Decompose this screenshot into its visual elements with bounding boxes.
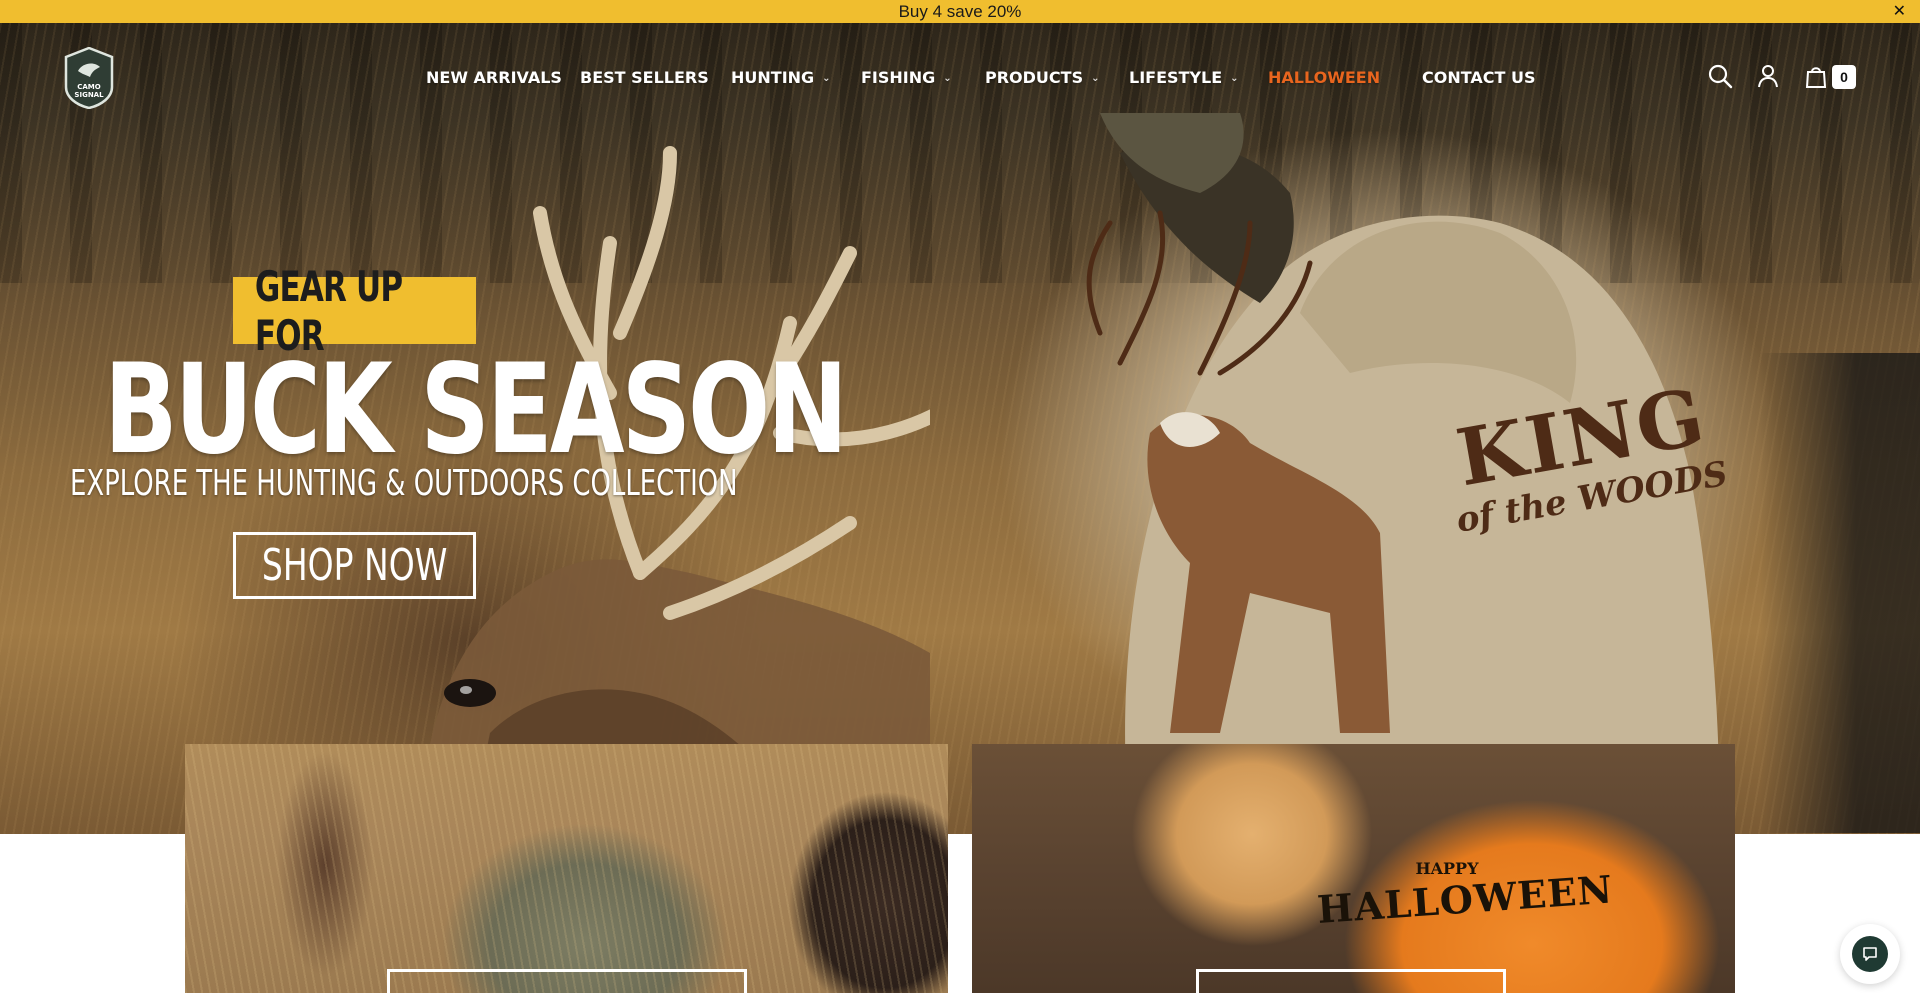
chat-icon (1852, 936, 1888, 972)
chevron-down-icon: ⌄ (1230, 73, 1239, 84)
halloween-print: HAPPY HALLOWEEN (1315, 859, 1615, 933)
nav-item-fishing[interactable]: FISHING ⌄ (861, 68, 952, 87)
nav-item-lifestyle[interactable]: LIFESTYLE ⌄ (1129, 68, 1239, 87)
feature-card-hunting[interactable] (185, 744, 948, 993)
search-icon[interactable] (1707, 63, 1733, 89)
hero-headline: BUCK SEASON (104, 338, 848, 482)
chevron-down-icon: ⌄ (822, 73, 831, 84)
nav-item-best-sellers[interactable]: BEST SELLERS (580, 68, 709, 87)
hero-banner[interactable]: KING of the WOODS GEAR UP FOR BUCK SEASO… (0, 23, 1920, 834)
chevron-down-icon: ⌄ (1091, 73, 1100, 84)
chat-button[interactable] (1840, 924, 1900, 984)
hero-subheadline: EXPLORE THE HUNTING & OUTDOORS COLLECTIO… (70, 463, 738, 504)
chevron-down-icon: ⌄ (943, 73, 952, 84)
hero-eyebrow-badge: GEAR UP FOR (233, 262, 476, 360)
feature-card-halloween[interactable]: HAPPY HALLOWEEN (972, 744, 1735, 993)
shop-now-button[interactable]: SHOP NOW (233, 532, 476, 599)
nav-item-halloween[interactable]: HALLOWEEN (1268, 68, 1380, 87)
shop-now-label: SHOP NOW (261, 540, 448, 591)
card-button[interactable] (1196, 969, 1506, 993)
account-icon[interactable] (1755, 63, 1781, 89)
nav-item-contact-us[interactable]: CONTACT US (1422, 68, 1536, 87)
card-button[interactable] (387, 969, 747, 993)
cart-count-badge: 0 (1832, 65, 1856, 89)
nav-item-hunting[interactable]: HUNTING ⌄ (731, 68, 831, 87)
main-nav: NEW ARRIVALS BEST SELLERS HUNTING ⌄ FISHI… (0, 58, 1920, 98)
announcement-text: Buy 4 save 20% (898, 1, 1022, 21)
nav-item-products[interactable]: PRODUCTS ⌄ (985, 68, 1100, 87)
announcement-bar: Buy 4 save 20% ✕ (0, 0, 1920, 23)
close-icon[interactable]: ✕ (1893, 2, 1906, 20)
cart-icon[interactable] (1803, 63, 1829, 89)
nav-item-new-arrivals[interactable]: NEW ARRIVALS (426, 68, 562, 87)
